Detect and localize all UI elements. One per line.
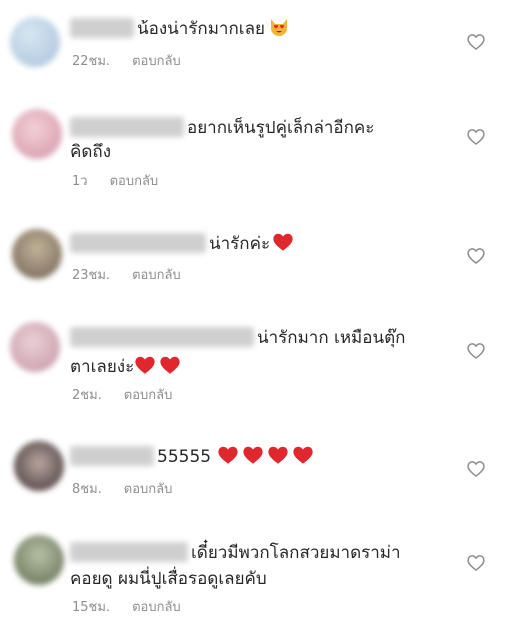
- comment-meta: 22ชม. ตอบกลับ: [72, 54, 181, 70]
- username-redacted[interactable]: [70, 117, 184, 137]
- comment-line: เดี๋ยวมีพวกโลกสวยมาดราม่า: [191, 543, 401, 563]
- smiling-cat-heart-eyes-emoji: [270, 19, 287, 36]
- username-redacted[interactable]: [70, 446, 154, 466]
- red-heart-emoji: [273, 233, 293, 251]
- comment-meta: 23ชม. ตอบกลับ: [72, 268, 181, 284]
- timestamp: 8ชม.: [72, 482, 102, 497]
- timestamp: 22ชม.: [72, 54, 111, 69]
- avatar[interactable]: [10, 17, 60, 67]
- reply-button[interactable]: ตอบกลับ: [124, 482, 173, 497]
- avatar[interactable]: [10, 322, 60, 372]
- comment-meta: 1ว ตอบกลับ: [72, 174, 158, 190]
- heart-outline-icon[interactable]: [466, 459, 486, 479]
- comment-meta: 2ชม. ตอบกลับ: [72, 388, 172, 404]
- red-heart-emoji: [160, 356, 180, 374]
- heart-outline-icon[interactable]: [466, 32, 486, 52]
- timestamp: 15ชม.: [72, 600, 111, 615]
- username-redacted[interactable]: [70, 327, 254, 347]
- username-redacted[interactable]: [70, 542, 188, 562]
- comment-line: ตาเลยง่ะ: [70, 357, 135, 377]
- comment-line: น้องน่ารักมากเลย: [137, 19, 265, 39]
- red-heart-emoji: [135, 356, 155, 374]
- heart-outline-icon[interactable]: [466, 553, 486, 573]
- comment-line: คอยดู ผมนี่ปูเสื่อรอดูเลยคับ: [70, 569, 267, 589]
- comment-line: น่ารักค่ะ: [209, 234, 271, 254]
- timestamp: 1ว: [72, 174, 88, 189]
- red-heart-emoji: [293, 446, 313, 464]
- heart-outline-icon[interactable]: [466, 246, 486, 266]
- reply-button[interactable]: ตอบกลับ: [110, 174, 159, 189]
- heart-outline-icon[interactable]: [466, 341, 486, 361]
- red-heart-emoji: [218, 446, 238, 464]
- avatar[interactable]: [14, 535, 64, 585]
- heart-outline-icon[interactable]: [466, 127, 486, 147]
- comment-text: น่ารักค่ะ: [70, 231, 297, 255]
- avatar[interactable]: [14, 441, 64, 491]
- timestamp: 23ชม.: [72, 268, 111, 283]
- comment-line: อยากเห็นรูปคู่เล็กล่าอีกคะ: [187, 118, 375, 138]
- red-heart-emoji: [268, 446, 288, 464]
- username-redacted[interactable]: [70, 233, 206, 253]
- comment-meta: 8ชม. ตอบกลับ: [72, 482, 172, 498]
- comment-meta: 15ชม. ตอบกลับ: [72, 600, 181, 616]
- username-redacted[interactable]: [70, 18, 134, 38]
- reply-button[interactable]: ตอบกลับ: [132, 268, 181, 283]
- comment-text: เดี๋ยวมีพวกโลกสวยมาดราม่า คอยดู ผมนี่ปูเ…: [70, 541, 401, 591]
- reply-button[interactable]: ตอบกลับ: [124, 388, 173, 403]
- comment-text: น่ารักมาก เหมือนตุ๊ก ตาเลยง่ะ: [70, 326, 405, 378]
- comment-line: น่ารักมาก เหมือนตุ๊ก: [257, 328, 406, 348]
- timestamp: 2ชม.: [72, 388, 102, 403]
- comment-line: 55555: [157, 447, 212, 467]
- comment-text: อยากเห็นรูปคู่เล็กล่าอีกคะ คิดถึง: [70, 116, 374, 164]
- red-heart-emoji: [243, 446, 263, 464]
- reply-button[interactable]: ตอบกลับ: [132, 600, 181, 615]
- comment-text: 55555: [70, 444, 317, 468]
- reply-button[interactable]: ตอบกลับ: [132, 54, 181, 69]
- avatar[interactable]: [12, 109, 62, 159]
- comment-text: น้องน่ารักมากเลย: [70, 16, 290, 40]
- avatar[interactable]: [12, 229, 62, 279]
- comment-line: คิดถึง: [70, 142, 112, 162]
